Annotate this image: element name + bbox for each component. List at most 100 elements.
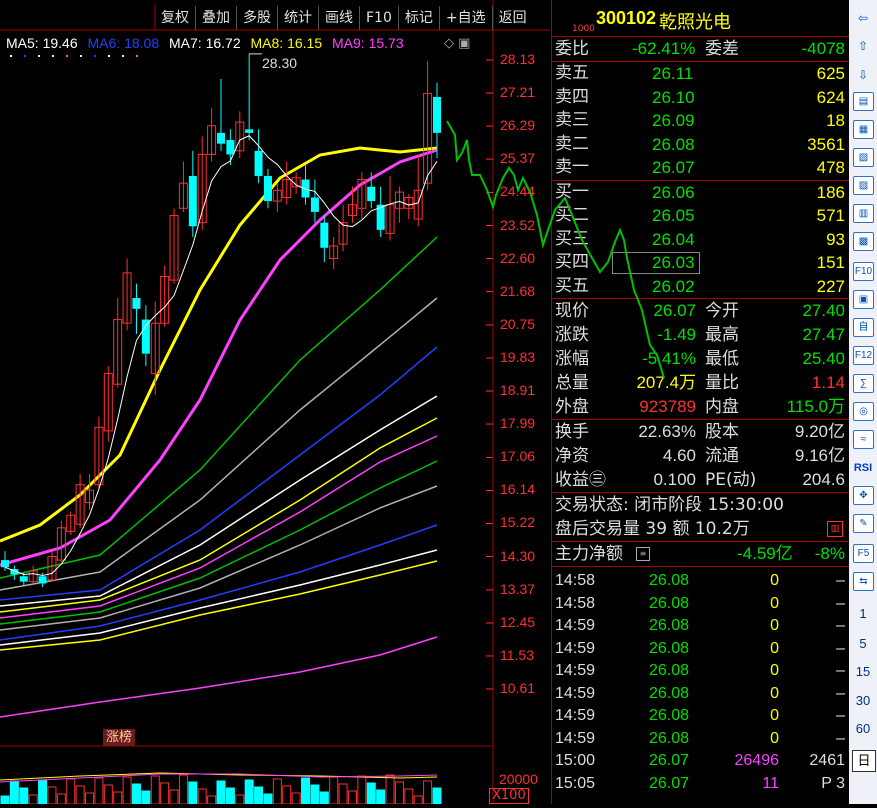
period-60[interactable]: 60 bbox=[852, 719, 874, 739]
toolbar-tongji[interactable]: 统计 bbox=[278, 6, 319, 30]
rsi-button[interactable]: RSI bbox=[852, 458, 874, 478]
weibi-label: 委比 bbox=[555, 39, 589, 59]
order-book-row[interactable]: 卖五 26.11 625 bbox=[552, 62, 849, 86]
kline-chart[interactable]: 复权 叠加 多股 统计 画线 F10 标记 +自选 返回 MA5: 19.46 … bbox=[0, 0, 550, 805]
tick-flag: – bbox=[836, 662, 845, 679]
order-book-row[interactable]: 卖三 26.09 18 bbox=[552, 109, 849, 133]
window-icon[interactable]: ▩ bbox=[853, 232, 874, 251]
stat-label: 量比 bbox=[705, 373, 739, 393]
menu-icon[interactable]: ≡ bbox=[636, 547, 650, 561]
refresh-icon[interactable]: ⇆ bbox=[853, 572, 874, 591]
price-tick-label: 24.44 bbox=[500, 183, 536, 200]
move-icon[interactable]: ✥ bbox=[853, 486, 874, 505]
ma-line bbox=[0, 236, 438, 579]
tick-flag: – bbox=[836, 707, 845, 724]
quote-panel: 1000 300102 乾照光电 委比 -62.41% 委差 -4078 卖五 2… bbox=[551, 0, 849, 804]
tick-time: 15:05 bbox=[555, 774, 596, 792]
sum-icon[interactable]: ∑ bbox=[853, 374, 874, 393]
f12-button[interactable]: F12 bbox=[853, 346, 874, 365]
wave-icon[interactable]: ≈ bbox=[853, 430, 874, 449]
pen-icon[interactable]: ✎ bbox=[853, 514, 874, 533]
volume-bar bbox=[197, 788, 207, 805]
stat-value: 27.47 bbox=[802, 325, 845, 344]
order-book-row[interactable]: 买三 26.04 93 bbox=[552, 228, 849, 252]
ma-line bbox=[0, 435, 438, 619]
tick-flag: – bbox=[836, 684, 845, 702]
self-icon[interactable]: 自 bbox=[853, 318, 874, 337]
stat-label: 总量 bbox=[555, 373, 589, 393]
toolbar-duogu[interactable]: 多股 bbox=[237, 6, 278, 30]
level-volume: 186 bbox=[816, 182, 845, 202]
volume-bar bbox=[432, 787, 442, 805]
tick-row: 14:59 26.08 0 – bbox=[552, 705, 849, 728]
chart-icon[interactable]: ▧ bbox=[853, 148, 874, 167]
ma8-label: MA8: 16.15 bbox=[250, 35, 323, 51]
up-arrow-icon[interactable]: ⇧ bbox=[852, 36, 874, 56]
volume-bar bbox=[329, 776, 339, 805]
level-price: 26.07 bbox=[652, 158, 695, 177]
toolbar-fuquan[interactable]: 复权 bbox=[155, 6, 196, 30]
toolbar-add-watch[interactable]: +自选 bbox=[440, 6, 493, 30]
order-book-row[interactable]: 买一 26.06 186 bbox=[552, 181, 849, 205]
toolbar-biaoji[interactable]: 标记 bbox=[399, 6, 440, 30]
fund-value: 204.6 bbox=[802, 470, 845, 489]
volume-bar bbox=[103, 784, 113, 805]
candle-icon[interactable]: ▨ bbox=[853, 176, 874, 195]
ma-settings-icons[interactable]: ◇ ▣ bbox=[444, 36, 470, 51]
candle-body-down bbox=[245, 129, 254, 133]
volume-bar bbox=[28, 794, 38, 805]
stat-value: 207.4万 bbox=[636, 373, 696, 392]
f10-button[interactable]: F10 bbox=[853, 262, 874, 281]
panel-icon[interactable]: ▣ bbox=[853, 290, 874, 309]
stat-label: 最低 bbox=[705, 349, 739, 369]
order-book-row[interactable]: 买二 26.05 571 bbox=[552, 204, 849, 228]
order-book-row[interactable]: 买五 26.02 227 bbox=[552, 275, 849, 299]
period-30[interactable]: 30 bbox=[852, 691, 874, 711]
volume-bar bbox=[310, 784, 320, 805]
level-price: 26.09 bbox=[652, 111, 695, 130]
ma-dot bbox=[80, 55, 82, 57]
down-arrow-icon[interactable]: ⇩ bbox=[852, 65, 874, 85]
candle-body-down bbox=[132, 298, 141, 309]
chart-icon[interactable]: ▥ bbox=[827, 521, 843, 537]
volume-bar bbox=[235, 794, 245, 805]
volume-bar bbox=[188, 781, 198, 805]
stat-value: 27.40 bbox=[802, 301, 845, 320]
ma-dot bbox=[24, 55, 26, 57]
list-icon[interactable]: ▤ bbox=[853, 92, 874, 111]
volume-bar bbox=[141, 790, 151, 805]
toolbar-diejia[interactable]: 叠加 bbox=[196, 6, 237, 30]
order-book-row[interactable]: 卖一 26.07 478 bbox=[552, 156, 849, 180]
price-tick-label: 13.37 bbox=[500, 580, 536, 597]
tick-volume: 11 bbox=[762, 774, 779, 792]
period-1[interactable]: 1 bbox=[852, 604, 874, 624]
toolbar-f10[interactable]: F10 bbox=[360, 6, 399, 30]
price-tick-label: 10.61 bbox=[500, 680, 536, 696]
circle-icon[interactable]: ◎ bbox=[853, 402, 874, 421]
order-book-row[interactable]: 卖二 26.08 3561 bbox=[552, 133, 849, 157]
grid-icon[interactable]: ▦ bbox=[853, 120, 874, 139]
tick-list[interactable]: 14:58 26.08 0–14:58 26.08 0–14:59 26.08 0–14:5… bbox=[552, 567, 849, 795]
table-icon[interactable]: ▥ bbox=[853, 204, 874, 223]
period-15[interactable]: 15 bbox=[852, 662, 874, 682]
back-arrow-icon[interactable]: ⇦ bbox=[852, 8, 874, 28]
period-5[interactable]: 5 bbox=[852, 634, 874, 654]
toolbar-back[interactable]: 返回 bbox=[493, 6, 533, 30]
period-day[interactable]: 日 bbox=[852, 750, 876, 772]
price-tick-label: 18.91 bbox=[500, 382, 536, 398]
order-book-row[interactable]: 买四 26.03 151 bbox=[552, 251, 849, 275]
volume-bar bbox=[38, 779, 48, 805]
toolbar-huaxian[interactable]: 画线 bbox=[319, 6, 360, 30]
tick-row: 14:59 26.08 0 – bbox=[552, 683, 849, 706]
volume-bar bbox=[225, 787, 235, 805]
volume-unit[interactable]: X100 bbox=[489, 788, 529, 804]
zhangbang-badge[interactable]: 涨榜 bbox=[103, 729, 136, 746]
f5-button[interactable]: F5 bbox=[853, 544, 874, 563]
order-book-row[interactable]: 卖四 26.10 624 bbox=[552, 86, 849, 110]
fundamentals: 换手 22.63% 股本 9.20亿 净资 4.60 流通 9.16亿 收益㊂ 0.100 PE(动… bbox=[552, 420, 849, 493]
level-price: 26.08 bbox=[652, 134, 695, 154]
kline-svg bbox=[0, 0, 550, 805]
level-price: 26.11 bbox=[652, 64, 694, 83]
fund-label: 换手 bbox=[555, 422, 589, 442]
volume-bar bbox=[357, 775, 367, 805]
